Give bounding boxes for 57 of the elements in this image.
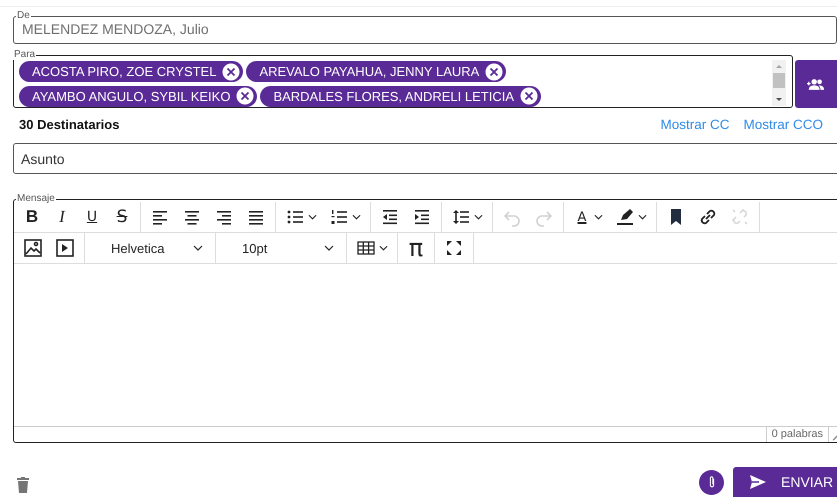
dropdown-select[interactable]: 10pt bbox=[220, 235, 342, 261]
recipient-chip[interactable]: ACOSTA PIRO, ZOE CRYSTEL bbox=[19, 61, 244, 82]
toolbar-button[interactable]: U bbox=[78, 204, 106, 230]
field-label: De bbox=[16, 11, 31, 21]
sender-field[interactable]: De MELENDEZ MENDOZA, Julio bbox=[13, 11, 837, 44]
recipient-chip[interactable]: BARDALES FLORES, ANDRELI LETICIA bbox=[260, 86, 542, 106]
remove-icon[interactable] bbox=[520, 87, 538, 105]
chevron-down-icon bbox=[193, 245, 203, 251]
recipient-name: BARDALES FLORES, ANDRELI LETICIA bbox=[273, 88, 514, 104]
attach-button[interactable] bbox=[699, 470, 724, 494]
recipients-field[interactable]: Para ACOSTA PIRO, ZOE CRYSTEL AREVALO PAYAHUA, JENNY LAURA AYAMBO ANGULO, SYBIL KEIKO BARDALES FLORES, ANDRELI LETICIA bbox=[13, 50, 793, 108]
paperclip-icon bbox=[708, 475, 716, 489]
recipient-chip[interactable]: AYAMBO ANGULO, SYBIL KEIKO bbox=[19, 86, 258, 106]
subject-field[interactable]: Asunto bbox=[13, 143, 837, 174]
fullscreen-icon bbox=[444, 238, 464, 258]
link[interactable]: Mostrar CCO bbox=[743, 117, 823, 143]
unlink-icon bbox=[730, 207, 750, 227]
sender-name: MELENDEZ MENDOZA, Julio bbox=[22, 21, 210, 39]
link[interactable]: Mostrar CC bbox=[660, 117, 730, 143]
recipient-chip[interactable]: AREVALO PAYAHUA, JENNY LAURA bbox=[246, 61, 506, 82]
people-icon bbox=[807, 78, 825, 90]
dropdown-select[interactable]: Helvetica bbox=[89, 235, 211, 261]
recipient-name: ACOSTA PIRO, ZOE CRYSTEL bbox=[32, 64, 216, 79]
field-label: Mensaje bbox=[16, 194, 56, 204]
text-glyph: U bbox=[86, 209, 98, 225]
highlight-icon bbox=[615, 207, 635, 227]
outdent-icon bbox=[380, 207, 400, 227]
toolbar-button[interactable]: π bbox=[402, 235, 430, 261]
trash-icon[interactable] bbox=[17, 477, 29, 493]
line-height-icon bbox=[451, 207, 471, 227]
toolbar-button[interactable]: I bbox=[48, 204, 76, 230]
field-label: Para bbox=[13, 50, 36, 60]
text-glyph: S bbox=[116, 207, 128, 227]
remove-icon[interactable] bbox=[222, 62, 240, 80]
toolbar-button[interactable]: A bbox=[568, 204, 608, 230]
media-icon bbox=[55, 238, 75, 258]
toolbar-button[interactable]: S bbox=[108, 204, 136, 230]
text-glyph: I bbox=[58, 207, 66, 227]
send-icon bbox=[749, 474, 767, 490]
image-icon bbox=[23, 238, 43, 258]
remove-icon[interactable] bbox=[236, 87, 254, 105]
numbered-list-icon bbox=[329, 207, 349, 227]
text-glyph: π bbox=[408, 234, 424, 262]
link-icon bbox=[698, 207, 718, 227]
chevron-down-icon bbox=[324, 245, 334, 251]
indent-icon bbox=[412, 207, 432, 227]
remove-icon[interactable] bbox=[485, 62, 504, 80]
add-contacts-button[interactable] bbox=[795, 60, 837, 108]
toolbar-button[interactable]: B bbox=[18, 204, 46, 230]
text-glyph: A bbox=[576, 210, 588, 224]
recipient-name: AYAMBO ANGULO, SYBIL KEIKO bbox=[32, 88, 230, 104]
word-count: 0 palabras bbox=[766, 427, 828, 442]
text-glyph: B bbox=[24, 207, 40, 227]
recipient-name: AREVALO PAYAHUA, JENNY LAURA bbox=[259, 64, 480, 79]
scrollbar-drawing[interactable] bbox=[772, 60, 786, 106]
send-button[interactable]: ENVIAR bbox=[733, 467, 837, 497]
recipient-count: 30 Destinatarios bbox=[19, 117, 120, 134]
